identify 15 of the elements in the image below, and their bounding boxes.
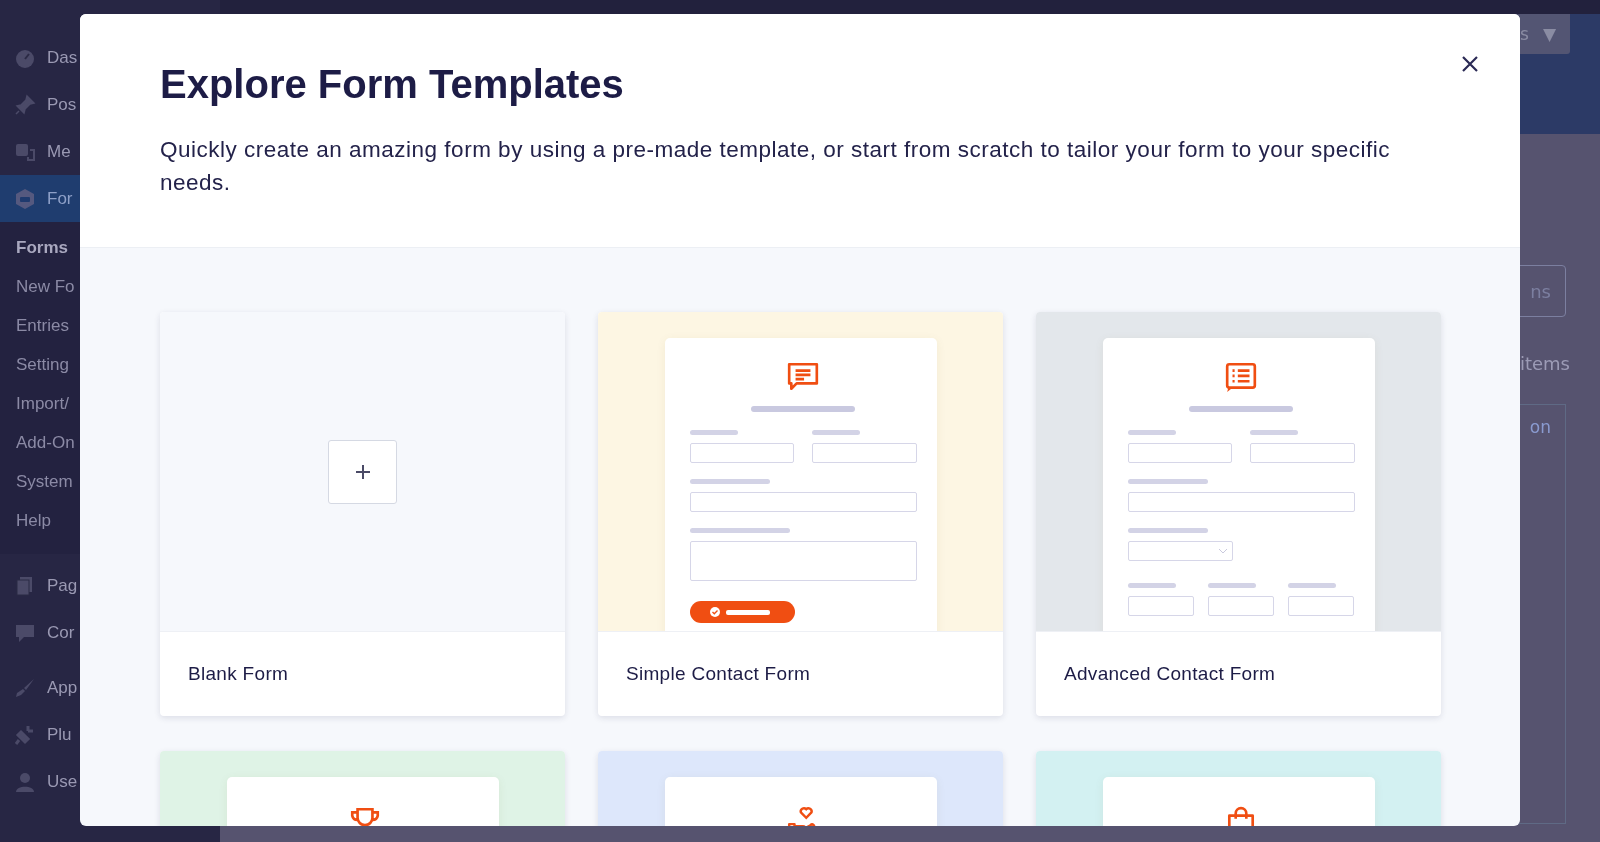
template-title: Simple Contact Form: [598, 631, 1003, 716]
menu-label: For: [47, 188, 73, 209]
menu-label: Plu: [47, 724, 72, 745]
item-count: items: [1519, 353, 1570, 374]
menu-label: Me: [47, 141, 71, 162]
menu-label: Das: [47, 47, 78, 68]
dialog-description: Quickly create an amazing form by using a pre-made template, or start from scratch to tailor your form to your specific needs.: [160, 136, 1391, 197]
dialog-title: Explore Form Templates: [160, 62, 625, 107]
template-title: Blank Form: [160, 631, 565, 716]
menu-label: App: [47, 677, 78, 698]
menu-label: Pag: [47, 575, 78, 596]
menu-label: Pos: [47, 94, 77, 115]
menu-label: Cor: [47, 622, 75, 643]
menu-label: Use: [47, 771, 78, 792]
template-title: Advanced Contact Form: [1036, 631, 1441, 716]
